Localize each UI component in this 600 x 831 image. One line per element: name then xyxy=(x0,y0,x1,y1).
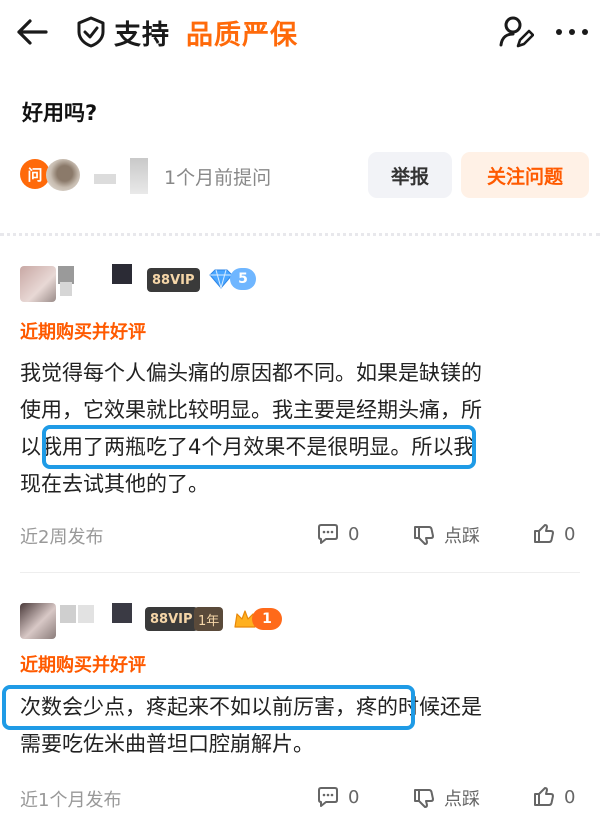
blurred-username xyxy=(60,282,72,296)
user-edit-icon[interactable] xyxy=(498,14,535,50)
answer-item: 88VIP 5 近期购买并好评 我觉得每个人偏头痛的原因都不同。如果是缺镁的 使… xyxy=(0,264,600,554)
brand-title: 支持 xyxy=(114,20,170,51)
comment-button[interactable]: 0 xyxy=(316,785,359,809)
answer-line: 我觉得每个人偏头痛的原因都不同。如果是缺镁的 xyxy=(20,361,482,385)
like-count: 0 xyxy=(564,523,576,545)
report-button[interactable]: 举报 xyxy=(368,152,452,198)
diamond-level: 5 xyxy=(230,268,256,290)
thumbs-up-icon xyxy=(534,524,554,543)
like-count: 0 xyxy=(564,786,576,808)
crown-level-badge: 1 xyxy=(232,607,284,631)
comment-icon xyxy=(318,787,338,807)
section-divider xyxy=(0,233,600,236)
comment-button[interactable]: 0 xyxy=(316,522,359,546)
comment-icon xyxy=(318,524,338,544)
answer-divider xyxy=(20,572,580,573)
membership-year-badge: 1年 xyxy=(194,607,224,631)
dislike-button[interactable]: 点踩 xyxy=(412,522,480,548)
follow-question-button[interactable]: 关注问题 xyxy=(461,152,589,198)
question-title: 好用吗? xyxy=(22,101,98,125)
like-button[interactable]: 0 xyxy=(532,785,575,809)
shield-check-icon xyxy=(76,16,106,48)
purchase-tag: 近期购买并好评 xyxy=(20,655,146,676)
answer-line: 需要吃佐米曲普坦口腔崩解片。 xyxy=(20,732,314,756)
comment-count: 0 xyxy=(348,786,360,808)
dislike-label: 点踩 xyxy=(444,526,480,547)
like-button[interactable]: 0 xyxy=(532,522,575,546)
avatar[interactable] xyxy=(20,603,56,639)
thumbs-down-icon xyxy=(414,526,434,545)
answer-item: 88VIP 1年 1 近期购买并好评 次数会少点，疼起来不如以前厉害，疼的时候还… xyxy=(0,603,600,823)
quality-guarantee-label: 品质严保 xyxy=(186,20,298,51)
vip-badge: 88VIP xyxy=(145,607,198,631)
blurred-username xyxy=(112,603,132,623)
avatar[interactable] xyxy=(20,266,56,302)
dislike-label: 点踩 xyxy=(444,789,480,810)
answer-line: 使用，它效果就比较明显。我主要是经期头痛，所 xyxy=(20,398,482,422)
more-icon[interactable] xyxy=(556,26,588,38)
answer-line: 现在去试其他的了。 xyxy=(20,472,209,496)
asker-row: 问 1个月前提问 举报 关注问题 xyxy=(20,150,590,202)
blurred-username xyxy=(94,174,116,184)
crown-level: 1 xyxy=(252,608,282,630)
post-time: 近2周发布 xyxy=(20,527,104,548)
avatar[interactable] xyxy=(46,159,80,191)
blurred-username xyxy=(112,264,132,284)
diamond-level-badge: 5 xyxy=(206,268,256,290)
dislike-button[interactable]: 点踩 xyxy=(412,785,480,811)
vip-badge: 88VIP xyxy=(147,268,200,292)
top-bar: 支持 品质严保 xyxy=(0,0,600,64)
blurred-username xyxy=(78,605,94,623)
purchase-tag: 近期购买并好评 xyxy=(20,322,146,343)
post-time: 近1个月发布 xyxy=(20,790,122,811)
back-arrow-icon[interactable] xyxy=(14,14,50,50)
blurred-username xyxy=(60,605,76,623)
blurred-username xyxy=(130,158,148,194)
highlight-box xyxy=(2,685,415,730)
ask-time: 1个月前提问 xyxy=(164,167,272,189)
highlight-box xyxy=(42,425,476,469)
thumbs-down-icon xyxy=(414,789,434,808)
thumbs-up-icon xyxy=(534,787,554,806)
comment-count: 0 xyxy=(348,523,360,545)
